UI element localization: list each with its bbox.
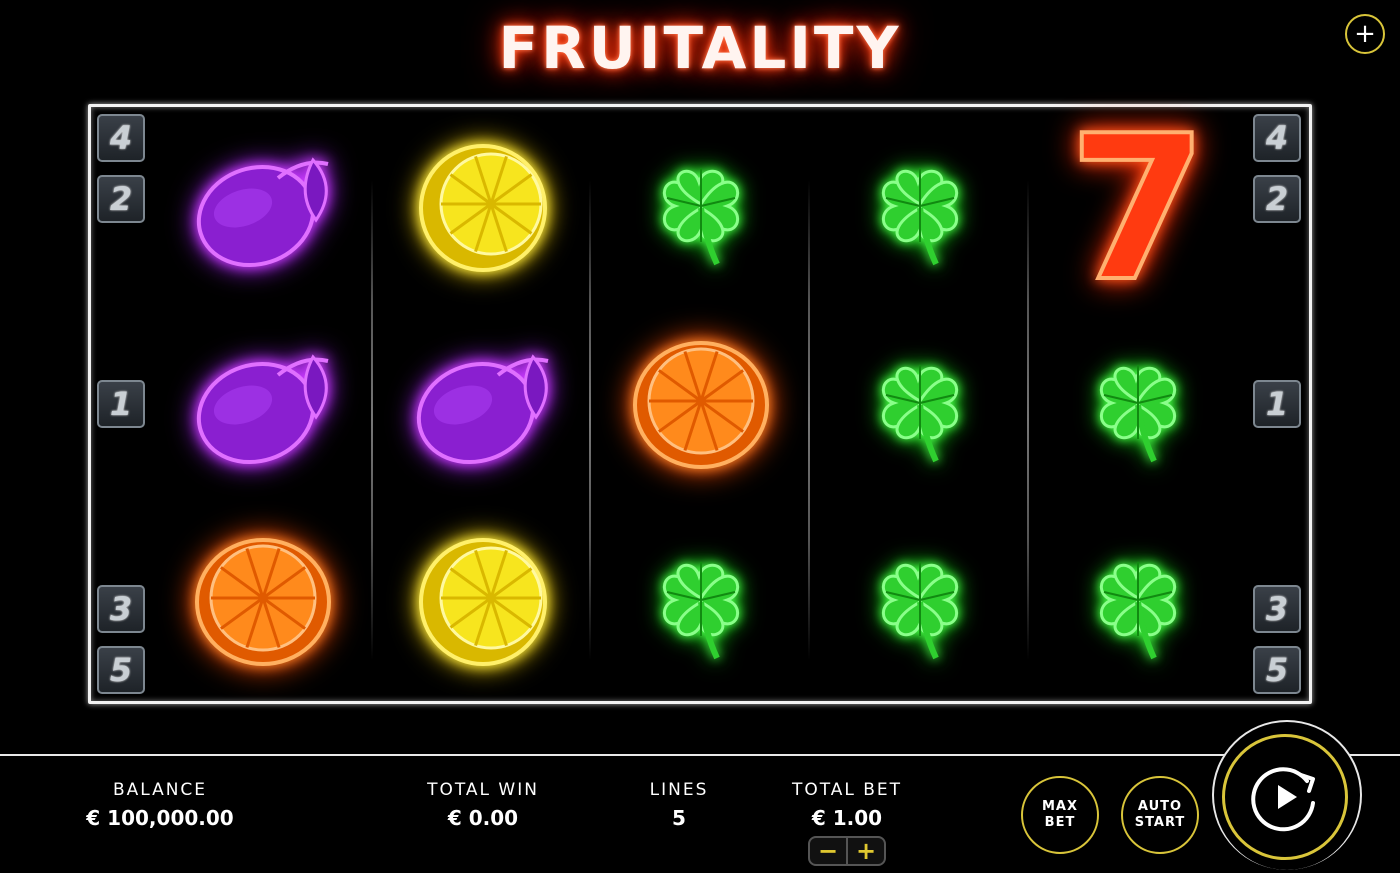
menu-plus-icon[interactable]: + bbox=[1345, 14, 1385, 54]
balance-label: BALANCE bbox=[112, 780, 208, 800]
seven-symbol: 7 bbox=[1058, 91, 1218, 328]
clover-symbol bbox=[1058, 325, 1218, 485]
total-win-value: € 0.00 bbox=[447, 806, 519, 830]
payline-badge-right[interactable]: 5 bbox=[1253, 646, 1301, 694]
reel-separator bbox=[808, 180, 810, 660]
lines-panel: LINES 5 bbox=[619, 780, 739, 830]
max-bet-label-line2: BET bbox=[1044, 815, 1076, 830]
payline-badge-left[interactable]: 5 bbox=[97, 646, 145, 694]
payline-badge-right[interactable]: 2 bbox=[1253, 175, 1301, 223]
auto-start-label-line1: AUTO bbox=[1137, 799, 1183, 814]
reel-separator bbox=[371, 180, 373, 660]
orange-symbol bbox=[621, 325, 781, 485]
bet-decrease-button[interactable]: − bbox=[810, 838, 846, 864]
payline-badge-right[interactable]: 4 bbox=[1253, 114, 1301, 162]
payline-badge-right[interactable]: 3 bbox=[1253, 585, 1301, 633]
lemon-symbol bbox=[403, 128, 563, 288]
reel-separator bbox=[589, 180, 591, 660]
bet-increase-button[interactable]: + bbox=[848, 838, 884, 864]
plum-symbol bbox=[403, 325, 563, 485]
spin-icon bbox=[1251, 767, 1315, 832]
lines-value: 5 bbox=[672, 806, 686, 830]
bet-stepper: − + bbox=[808, 836, 886, 866]
clover-symbol bbox=[1058, 522, 1218, 682]
plum-symbol bbox=[183, 325, 343, 485]
clover-symbol bbox=[840, 325, 1000, 485]
balance-value: € 100,000.00 bbox=[86, 806, 234, 830]
payline-badge-left[interactable]: 2 bbox=[97, 175, 145, 223]
clover-symbol bbox=[840, 522, 1000, 682]
total-win-panel: TOTAL WIN € 0.00 bbox=[393, 780, 573, 830]
max-bet-button[interactable]: MAX BET bbox=[1021, 776, 1099, 854]
total-win-label: TOTAL WIN bbox=[427, 780, 539, 800]
svg-text:7: 7 bbox=[1068, 93, 1207, 326]
auto-start-button[interactable]: AUTO START bbox=[1121, 776, 1199, 854]
auto-start-label-line2: START bbox=[1134, 815, 1186, 830]
game-title: FRUITALITY bbox=[498, 14, 902, 82]
spin-button[interactable] bbox=[1222, 734, 1348, 860]
plum-symbol bbox=[183, 128, 343, 288]
total-bet-label: TOTAL BET bbox=[791, 780, 903, 800]
clover-symbol bbox=[840, 128, 1000, 288]
orange-symbol bbox=[183, 522, 343, 682]
reel-separator bbox=[1027, 180, 1029, 660]
payline-badge-right[interactable]: 1 bbox=[1253, 380, 1301, 428]
max-bet-label-line1: MAX bbox=[1041, 799, 1079, 814]
clover-symbol bbox=[621, 522, 781, 682]
payline-badge-left[interactable]: 3 bbox=[97, 585, 145, 633]
balance-panel: BALANCE € 100,000.00 bbox=[60, 780, 260, 830]
payline-badge-left[interactable]: 1 bbox=[97, 380, 145, 428]
lines-label: LINES bbox=[649, 780, 709, 800]
total-bet-panel: TOTAL BET € 1.00 bbox=[767, 780, 927, 830]
clover-symbol bbox=[621, 128, 781, 288]
payline-badge-left[interactable]: 4 bbox=[97, 114, 145, 162]
lemon-symbol bbox=[403, 522, 563, 682]
total-bet-value: € 1.00 bbox=[811, 806, 883, 830]
